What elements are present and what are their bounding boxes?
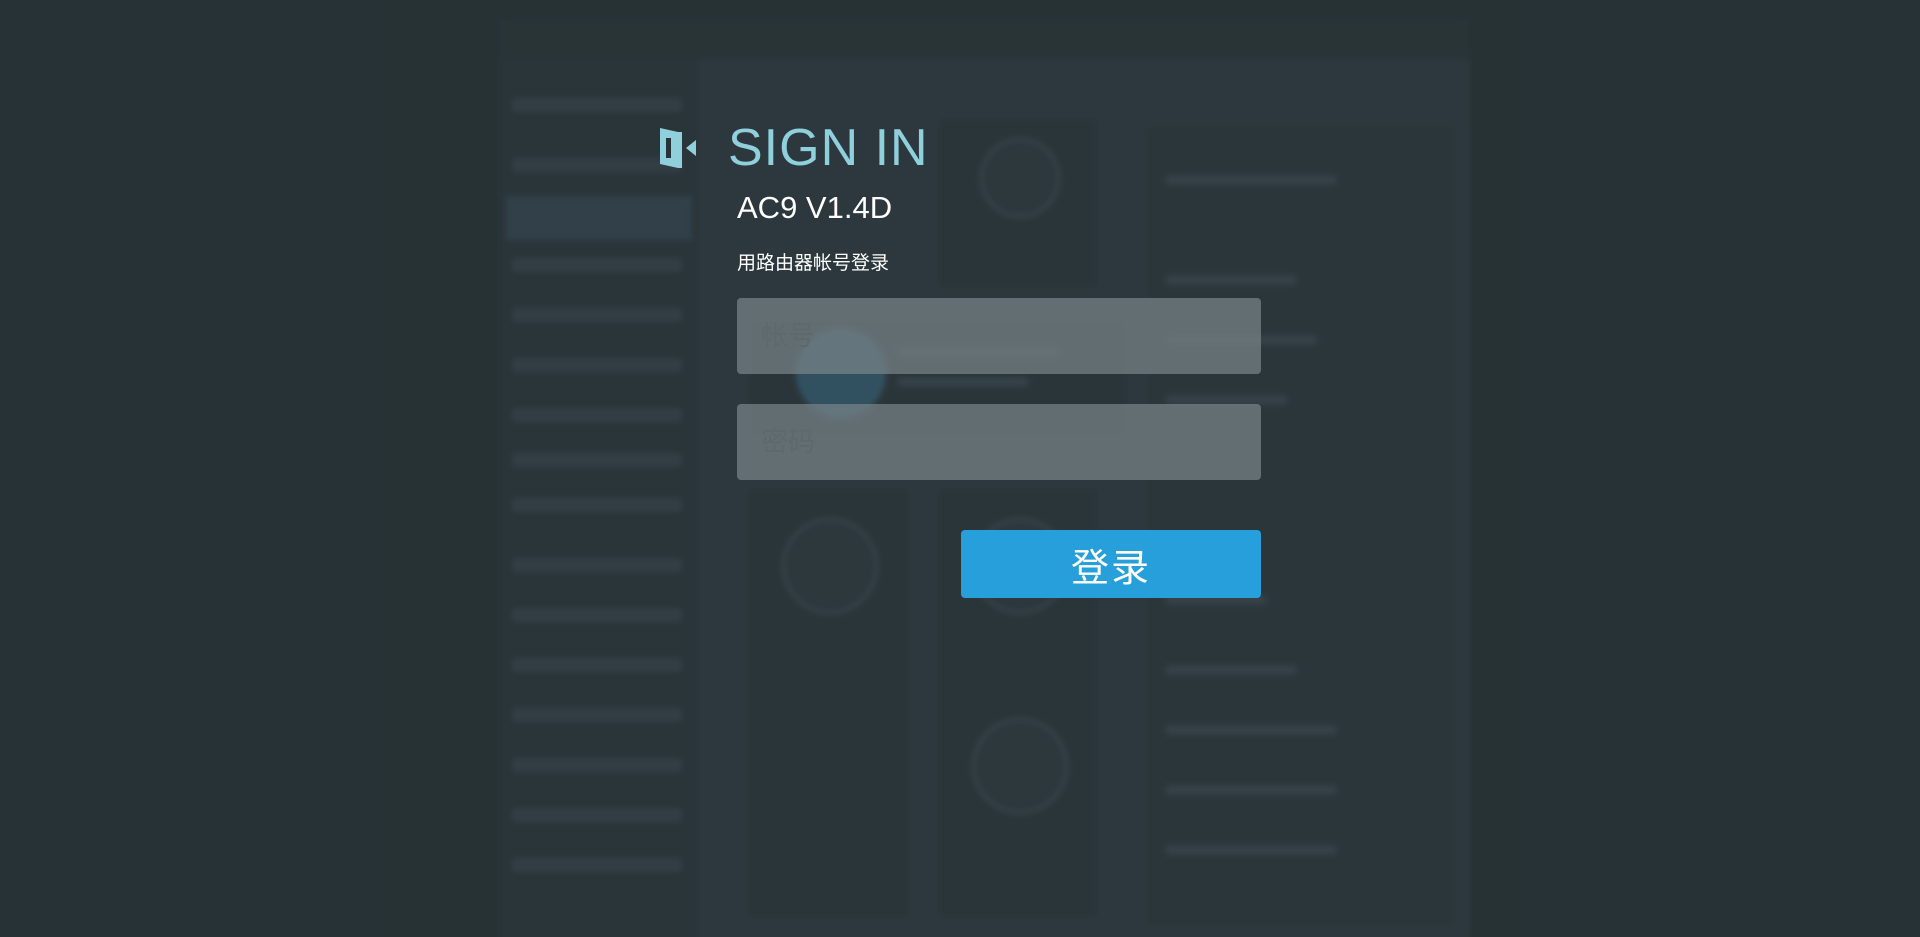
- door-exit-icon: [660, 128, 696, 168]
- router-model-name: AC9 V1.4D: [737, 190, 893, 225]
- login-hint-text: 用路由器帐号登录: [737, 253, 890, 274]
- password-input[interactable]: [737, 404, 1261, 480]
- login-button[interactable]: 登录: [961, 530, 1261, 598]
- signin-header: SIGN IN: [656, 118, 929, 178]
- account-input[interactable]: [737, 298, 1261, 374]
- login-page: SIGN IN AC9 V1.4D 用路由器帐号登录 登录: [0, 0, 1920, 937]
- signin-title: SIGN IN: [728, 119, 929, 177]
